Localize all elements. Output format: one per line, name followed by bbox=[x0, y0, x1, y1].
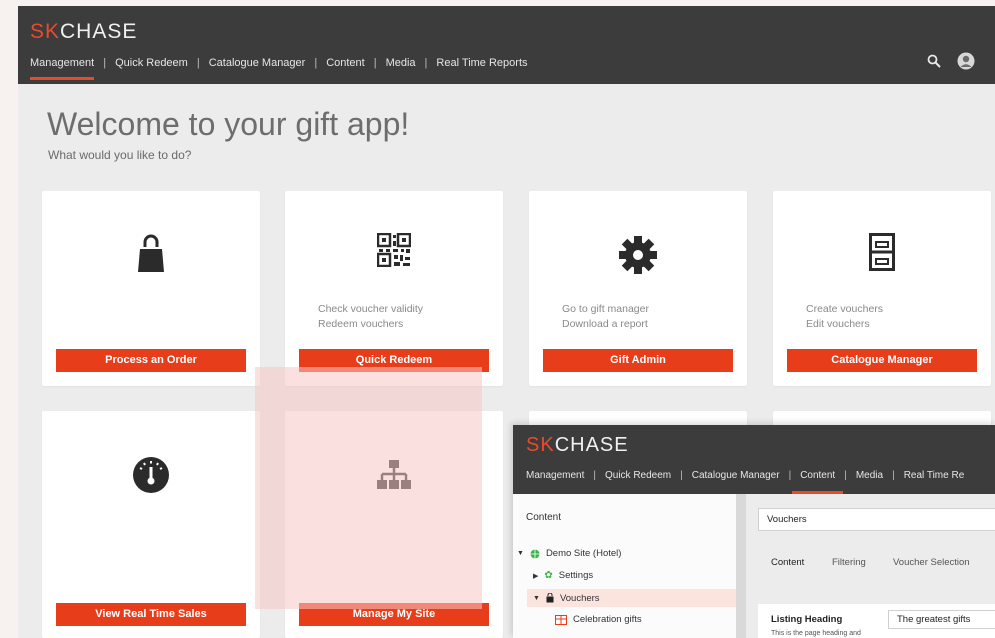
gift-admin-button[interactable]: Gift Admin bbox=[543, 349, 733, 372]
gift-icon bbox=[555, 614, 567, 625]
inset-top-navigation-bar: SKCHASE Management | Quick Redeem | Cata… bbox=[513, 425, 995, 494]
tree-item-label: Vouchers bbox=[559, 592, 600, 604]
listing-heading-row: Listing Heading This is the page heading… bbox=[758, 604, 995, 638]
tab-voucher-selection[interactable]: Voucher Selection bbox=[893, 557, 970, 568]
card-catalogue-manager: Create vouchers Edit vouchers Catalogue … bbox=[773, 191, 991, 386]
nav-media[interactable]: Media bbox=[386, 57, 416, 69]
tree-item-settings[interactable]: ▶ ✿ Settings bbox=[533, 570, 593, 581]
nav-management[interactable]: Management bbox=[30, 57, 95, 80]
highlight-overlay bbox=[255, 367, 482, 609]
card-description: Create vouchers Edit vouchers bbox=[806, 302, 883, 332]
process-order-button[interactable]: Process an Order bbox=[56, 349, 246, 372]
name-input[interactable]: Vouchers bbox=[758, 508, 995, 531]
inset-logo-suffix: CHASE bbox=[554, 434, 629, 456]
tree-item-celebration-gifts[interactable]: Celebration gifts bbox=[555, 614, 642, 625]
nav-separator: | bbox=[373, 57, 377, 69]
nav-separator: | bbox=[788, 470, 792, 481]
view-real-time-sales-button[interactable]: View Real Time Sales bbox=[56, 603, 246, 626]
content-tree-panel: Content ▼ Demo Site (Hotel) ▶ ✿ Settings… bbox=[513, 494, 736, 638]
tree-item-label: Settings bbox=[558, 570, 594, 581]
scrollbar[interactable] bbox=[736, 494, 746, 638]
inset-nav-catalogue-manager[interactable]: Catalogue Manager bbox=[692, 470, 780, 481]
inset-main-nav: Management | Quick Redeem | Catalogue Ma… bbox=[526, 470, 965, 494]
inset-nav-real-time-reports[interactable]: Real Time Re bbox=[904, 470, 965, 481]
card-gift-admin: Go to gift manager Download a report Gif… bbox=[529, 191, 747, 386]
qr-code-icon bbox=[377, 233, 411, 267]
nav-separator: | bbox=[844, 470, 847, 481]
tree-item-label: Celebration gifts bbox=[573, 614, 642, 625]
avatar-icon[interactable] bbox=[957, 52, 975, 70]
nav-separator: | bbox=[680, 470, 683, 481]
bag-icon bbox=[546, 593, 554, 603]
filing-cabinet-icon bbox=[869, 233, 895, 271]
inset-nav-media[interactable]: Media bbox=[856, 470, 883, 481]
card-description: Go to gift manager Download a report bbox=[562, 302, 649, 332]
speedometer-icon bbox=[133, 457, 169, 493]
nav-separator: | bbox=[593, 470, 596, 481]
gear-icon: ✿ bbox=[544, 570, 553, 581]
inset-content-manager: SKCHASE Management | Quick Redeem | Cata… bbox=[513, 425, 995, 638]
logo-prefix: SK bbox=[30, 20, 61, 43]
listing-heading-hint: This is the page heading and bbox=[771, 630, 861, 637]
catalogue-manager-button[interactable]: Catalogue Manager bbox=[787, 349, 977, 372]
desc-line: Redeem vouchers bbox=[318, 318, 404, 330]
top-navigation-bar: SKCHASE Management | Quick Redeem | Cata… bbox=[18, 6, 995, 84]
desc-line: Check voucher validity bbox=[318, 303, 424, 315]
inset-nav-content[interactable]: Content bbox=[792, 470, 844, 494]
globe-icon bbox=[530, 549, 540, 558]
inset-nav-quick-redeem[interactable]: Quick Redeem bbox=[605, 470, 671, 481]
desc-line: Edit vouchers bbox=[806, 318, 870, 330]
logo[interactable]: SKCHASE bbox=[30, 20, 137, 44]
desc-line: Go to gift manager bbox=[562, 303, 649, 315]
tab-filtering[interactable]: Filtering bbox=[832, 557, 866, 568]
card-real-time-sales: View Real Time Sales bbox=[42, 411, 260, 638]
nav-catalogue-manager[interactable]: Catalogue Manager bbox=[209, 57, 306, 69]
nav-separator: | bbox=[892, 470, 895, 481]
caret-down-icon[interactable]: ▼ bbox=[533, 595, 540, 602]
page-subtitle: What would you like to do? bbox=[48, 148, 192, 162]
page-title: Welcome to your gift app! bbox=[47, 106, 410, 142]
nav-real-time-reports[interactable]: Real Time Reports bbox=[436, 57, 527, 69]
logo-suffix: CHASE bbox=[60, 20, 138, 43]
tree-item-demo-site[interactable]: ▼ Demo Site (Hotel) bbox=[517, 548, 621, 559]
nav-separator: | bbox=[314, 57, 318, 69]
editor-panel: Vouchers Content Filtering Voucher Selec… bbox=[746, 494, 995, 638]
tree-item-vouchers[interactable]: ▼ Vouchers bbox=[527, 589, 736, 607]
tab-content[interactable]: Content bbox=[771, 557, 804, 568]
shopping-bag-icon bbox=[138, 234, 164, 272]
desc-line: Create vouchers bbox=[806, 303, 884, 315]
main-nav: Management | Quick Redeem | Catalogue Ma… bbox=[30, 57, 528, 80]
top-icons bbox=[927, 52, 975, 70]
listing-heading-input[interactable]: The greatest gifts bbox=[888, 610, 995, 629]
card-description: Check voucher validity Redeem vouchers bbox=[318, 302, 423, 332]
caret-right-icon[interactable]: ▶ bbox=[533, 572, 538, 580]
nav-content[interactable]: Content bbox=[326, 57, 365, 69]
listing-heading-label: Listing Heading bbox=[771, 614, 843, 625]
tree-item-label: Demo Site (Hotel) bbox=[545, 548, 622, 559]
inset-nav-management[interactable]: Management bbox=[526, 470, 584, 481]
panel-title: Content bbox=[526, 512, 562, 523]
inset-logo-prefix: SK bbox=[526, 434, 555, 456]
desc-line: Download a report bbox=[562, 318, 648, 330]
caret-down-icon[interactable]: ▼ bbox=[517, 550, 524, 557]
nav-separator: | bbox=[196, 57, 200, 69]
search-icon[interactable] bbox=[927, 54, 941, 68]
inset-logo[interactable]: SKCHASE bbox=[526, 434, 629, 457]
card-process-order: Process an Order bbox=[42, 191, 260, 386]
nav-quick-redeem[interactable]: Quick Redeem bbox=[115, 57, 188, 69]
gear-icon bbox=[619, 236, 657, 274]
nav-separator: | bbox=[424, 57, 428, 69]
nav-separator: | bbox=[103, 57, 107, 69]
card-quick-redeem: Check voucher validity Redeem vouchers Q… bbox=[285, 191, 503, 386]
